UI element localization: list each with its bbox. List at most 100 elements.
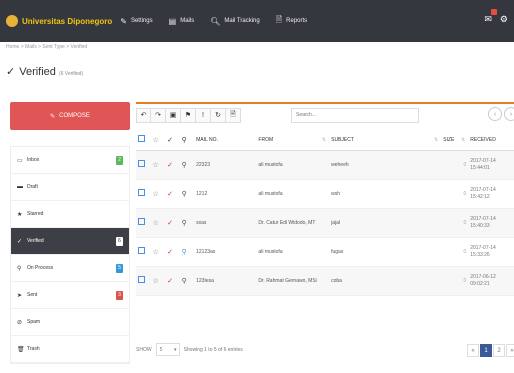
page-2-button[interactable]: 2 [493, 344, 505, 357]
cell-mail-no: 1212 [194, 179, 257, 209]
cell-from: ali mustofa [256, 150, 330, 180]
page-prev-button[interactable]: « [467, 344, 479, 357]
compose-label: COMPOSE [59, 113, 90, 119]
cell-size: 0 [441, 266, 469, 296]
folder-on-process[interactable]: ⚲ On Process 5 [11, 255, 129, 282]
table-row[interactable]: ☆ ✓ ⚲ 1212 ali mustofa wsh 0 2017-07-14 1… [136, 179, 514, 209]
main-menu: ✎ Settings ▤ Mails 🔍︎ Mail Tracking 🗎︎ Repor… [120, 14, 323, 28]
folder-verified-count: 6 [116, 236, 123, 246]
column-size-label: SIZE [443, 136, 455, 143]
pin-header-icon: ⚲ [179, 130, 195, 151]
refresh-icon[interactable]: ↻ [211, 107, 226, 123]
table-row[interactable]: ☆ ✓ ⚲ sxas Dr. Catur Edi Widodo, MT jaja… [136, 208, 514, 238]
column-mail-no[interactable]: MAIL NO. [194, 130, 257, 151]
pin-icon: ⚲ [17, 265, 22, 272]
folder-spam[interactable]: ⊘ Spam [11, 309, 129, 336]
nav-settings-label: Settings [130, 18, 153, 24]
star-icon[interactable]: ☆ [153, 278, 159, 285]
cell-mail-no: 12123as [194, 237, 257, 267]
cell-received: 2017-07-14 15:42:12 [468, 179, 514, 209]
verified-icon: ✓ [167, 219, 173, 227]
column-from-label: FROM [258, 136, 274, 143]
verified-icon: ✓ [167, 161, 173, 169]
search-input[interactable] [291, 107, 419, 123]
star-icon[interactable]: ☆ [153, 220, 159, 227]
pin-icon: ⚲ [181, 190, 187, 198]
cell-mail-no: 22323 [194, 150, 257, 180]
folder-list: ▭ Inbox 2 ▬ Draft ★ Starred ✓ Verified 6… [10, 146, 130, 364]
document-icon: 🗎︎ [275, 15, 283, 24]
received-date: 2017-07-14 [470, 186, 496, 193]
cell-size: 0 [441, 208, 469, 238]
folder-inbox[interactable]: ▭ Inbox 2 [11, 147, 129, 174]
university-logo-icon [6, 15, 18, 27]
nav-settings[interactable]: ✎ Settings [120, 17, 152, 26]
row-checkbox[interactable] [138, 160, 145, 167]
star-header-icon: ☆ [150, 130, 166, 151]
nav-reports-label: Reports [286, 18, 308, 24]
table-row[interactable]: ☆ ✓ ⚲ 12123as ali mustofa fugas 0 2017-0… [136, 237, 514, 267]
nav-mails[interactable]: ▤ Mails [169, 17, 195, 26]
compose-button[interactable]: ✎ COMPOSE [10, 102, 130, 130]
select-all-checkbox[interactable] [138, 135, 145, 143]
received-date: 2017-07-14 [470, 215, 496, 222]
sort-icon: ⇅ [461, 137, 466, 143]
search-icon: 🔍︎ [210, 16, 221, 26]
document-icon[interactable]: 🗎︎ [226, 107, 241, 123]
column-from[interactable]: FROM ⇅ [256, 130, 330, 151]
nav-reports[interactable]: 🗎︎ Reports [276, 14, 307, 28]
table-row[interactable]: ☆ ✓ ⚲ 22323 ali mustofa weheeh 0 2017-07… [136, 150, 514, 180]
user-menu-icon[interactable]: ⚙ [500, 14, 508, 25]
received-time: 15:42:12 [470, 193, 490, 200]
notification-bell-icon[interactable]: ✉ [484, 9, 497, 25]
pin-icon: ⚲ [181, 161, 187, 169]
top-navbar: Universitas Diponegoro ✎ Settings ▤ Mails … [0, 0, 514, 42]
entries-info: Showing 1 to 5 of 6 entries [183, 346, 243, 353]
prev-page-icon[interactable]: ‹ [488, 107, 502, 121]
star-icon[interactable]: ☆ [153, 249, 159, 256]
folder-sent-label: Sent [27, 292, 38, 298]
folder-draft[interactable]: ▬ Draft [11, 174, 129, 201]
flag-icon[interactable]: ⚑ [181, 107, 196, 123]
table-header-row: ☆ ✓ ⚲ MAIL NO. FROM ⇅ SUBJECT ⇅ SIZE ⇅ RECE… [136, 130, 514, 151]
sort-icon: ⇅ [434, 137, 439, 143]
row-checkbox[interactable] [138, 189, 145, 196]
list-icon: ▤ [168, 16, 177, 26]
row-checkbox[interactable] [138, 247, 145, 254]
folder-inbox-count: 2 [116, 155, 123, 165]
page-size-select[interactable]: 5 ▾ [155, 343, 180, 356]
brand[interactable]: Universitas Diponegoro [0, 0, 112, 42]
next-page-icon[interactable]: › [504, 107, 514, 121]
cell-size: 0 [441, 237, 469, 267]
forward-icon[interactable]: ↷ [151, 107, 166, 123]
column-subject[interactable]: SUBJECT ⇅ [329, 130, 442, 151]
verified-icon: ✓ [17, 238, 23, 245]
page-next-button[interactable]: » [506, 344, 514, 357]
folder-sent-count: 3 [116, 290, 123, 300]
important-icon[interactable]: ! [196, 107, 211, 123]
star-icon[interactable]: ☆ [153, 191, 159, 198]
column-received[interactable]: RECEIVED [468, 130, 514, 151]
row-checkbox[interactable] [138, 276, 145, 283]
reply-icon[interactable]: ↶ [136, 107, 151, 123]
column-size[interactable]: SIZE ⇅ [441, 130, 469, 151]
pin-icon: ⚲ [181, 219, 187, 227]
archive-icon[interactable]: ▣ [166, 107, 181, 123]
star-icon[interactable]: ☆ [153, 162, 159, 169]
cell-size: 0 [441, 179, 469, 209]
select-all-checkbox-cell[interactable] [136, 130, 151, 151]
table-row[interactable]: ☆ ✓ ⚲ 123tesa Dr. Rahmat Gernawo, MSi co… [136, 266, 514, 296]
compose-icon: ✎ [50, 113, 56, 120]
folder-starred[interactable]: ★ Starred [11, 201, 129, 228]
folder-sent[interactable]: ➤ Sent 3 [11, 282, 129, 309]
verified-icon: ✓ [167, 190, 173, 198]
page-1-button[interactable]: 1 [480, 344, 492, 357]
folder-trash[interactable]: 🗑︎ Trash [11, 336, 129, 363]
cell-from: ali mustofa [256, 237, 330, 267]
nav-mail-tracking[interactable]: 🔍︎ Mail Tracking [210, 17, 260, 26]
trash-icon: 🗑︎ [17, 346, 25, 353]
nav-mails-label: Mails [180, 18, 195, 24]
received-date: 2017-07-14 [470, 157, 496, 164]
row-checkbox[interactable] [138, 218, 145, 225]
folder-verified[interactable]: ✓ Verified 6 [11, 228, 129, 255]
